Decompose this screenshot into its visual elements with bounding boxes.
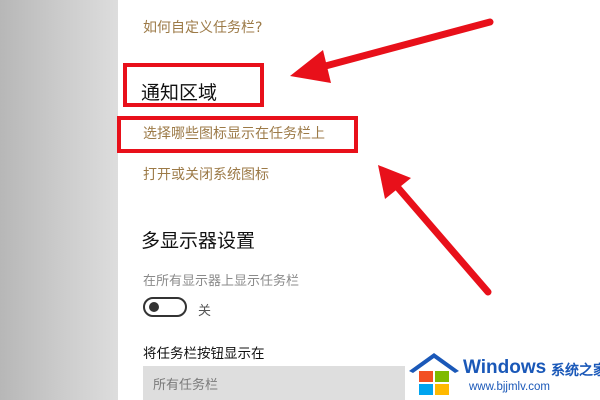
watermark-site-name: 系统之家 [551, 363, 600, 379]
show-on-all-displays-label: 在所有显示器上显示任务栏 [143, 274, 300, 289]
taskbar-buttons-dropdown[interactable]: 所有任务栏 [143, 366, 405, 400]
toggle-state-label: 关 [198, 304, 212, 319]
arrow-upper [290, 18, 494, 83]
multi-display-heading: 多显示器设置 [141, 230, 256, 252]
toggle-knob [149, 302, 159, 312]
left-navigation-pane [0, 0, 118, 400]
system-icons-link[interactable]: 打开或关闭系统图标 [143, 164, 269, 184]
customize-taskbar-link[interactable]: 如何自定义任务栏? [143, 17, 262, 37]
highlight-box-notification-heading [123, 63, 264, 107]
show-on-all-displays-toggle[interactable] [143, 297, 187, 317]
watermark-url: www.bjjmlv.com [469, 381, 550, 393]
watermark: Windows 系统之家 www.bjjmlv.com [405, 347, 600, 400]
taskbar-buttons-label: 将任务栏按钮显示在 [143, 346, 265, 362]
dropdown-value: 所有任务栏 [153, 378, 219, 393]
arrow-lower [378, 165, 492, 296]
windows-logo-icon [409, 353, 459, 395]
highlight-box-select-icons [117, 116, 358, 153]
watermark-brand: Windows [463, 357, 547, 378]
